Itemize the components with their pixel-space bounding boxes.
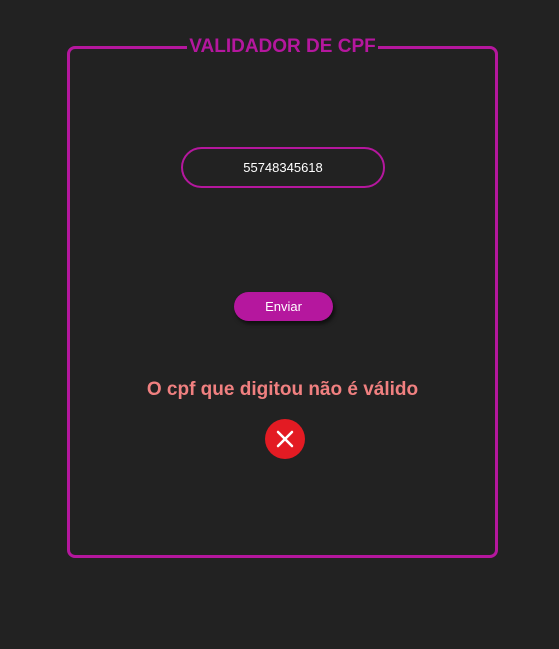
validator-card: VALIDADOR DE CPF Enviar O cpf que digito…: [67, 35, 498, 558]
validation-message: O cpf que digitou não é válido: [146, 379, 419, 400]
submit-button[interactable]: Enviar: [234, 292, 333, 321]
cpf-input[interactable]: [181, 147, 385, 188]
card-title-wrapper: VALIDADOR DE CPF: [70, 35, 495, 60]
page-title: VALIDADOR DE CPF: [187, 35, 378, 59]
error-x-icon: [265, 419, 305, 459]
